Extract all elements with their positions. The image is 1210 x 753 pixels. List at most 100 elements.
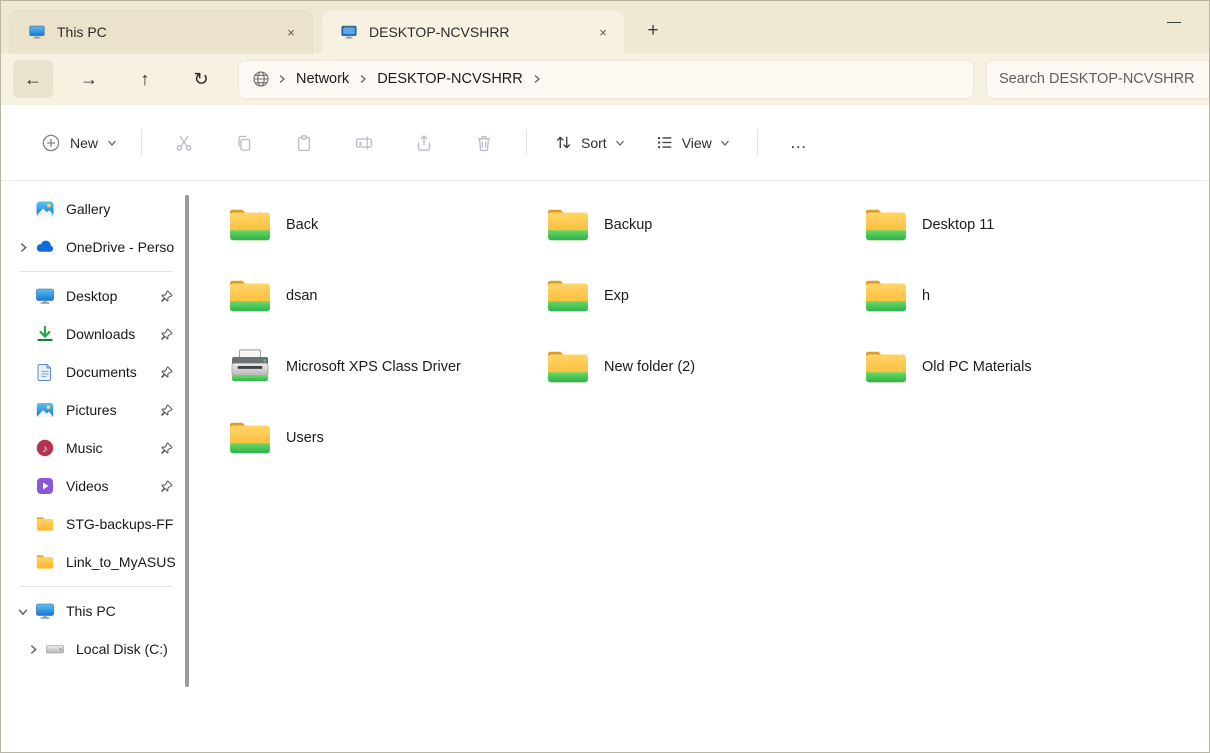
tab-desktop-ncvshrr[interactable]: DESKTOP-NCVSHRR × (322, 11, 624, 53)
close-tab-icon[interactable]: × (278, 19, 304, 45)
gallery-icon (35, 199, 55, 219)
pin-icon (160, 366, 173, 379)
folder-icon (227, 418, 273, 458)
sidebar-item-onedrive[interactable]: OneDrive - Perso (7, 229, 185, 265)
tab-this-pc[interactable]: This PC × (10, 11, 312, 53)
minimize-button[interactable]: — (1159, 9, 1189, 33)
file-item-dsan[interactable]: dsan (227, 268, 527, 324)
file-item-users[interactable]: Users (227, 410, 527, 466)
address-bar-row: ← → ↑ ↻ Network DESKTOP-NCVSHRR (1, 53, 1209, 105)
file-item-back[interactable]: Back (227, 197, 527, 253)
view-button-label: View (682, 135, 712, 151)
delete-button[interactable] (464, 124, 504, 162)
breadcrumb[interactable]: Network DESKTOP-NCVSHRR (239, 61, 973, 98)
sidebar-item-videos[interactable]: Videos (7, 468, 185, 504)
view-button[interactable]: View (644, 124, 741, 161)
cut-button[interactable] (164, 124, 204, 162)
more-options-button[interactable]: … (776, 127, 822, 159)
toolbar-separator (141, 130, 142, 156)
sidebar-item-documents[interactable]: Documents (7, 354, 185, 390)
chevron-down-icon (107, 138, 117, 148)
file-name: Microsoft XPS Class Driver (286, 359, 461, 375)
back-button[interactable]: ← (13, 60, 53, 98)
pictures-icon (35, 400, 55, 420)
folder-icon (863, 347, 909, 387)
tab-bar: This PC × DESKTOP-NCVSHRR × + — (1, 1, 1209, 53)
sidebar-scrollbar[interactable] (185, 195, 189, 687)
sidebar-item-label: Videos (66, 478, 160, 494)
pin-icon (160, 290, 173, 303)
videos-icon (35, 476, 55, 496)
folder-icon (545, 205, 591, 245)
command-toolbar: New Sort View (1, 105, 1209, 181)
delete-icon (474, 133, 494, 153)
sidebar-item-label: STG-backups-FF (66, 516, 181, 532)
sidebar-item-downloads[interactable]: Downloads (7, 316, 185, 352)
file-name: Backup (604, 217, 652, 233)
file-item-exp[interactable]: Exp (545, 268, 845, 324)
file-item-new-folder-2[interactable]: New folder (2) (545, 339, 845, 395)
chevron-down-icon[interactable] (18, 599, 29, 623)
chevron-right-icon[interactable] (11, 242, 35, 253)
sidebar-item-this-pc[interactable]: This PC (7, 593, 185, 629)
chevron-right-icon[interactable] (21, 644, 45, 655)
sidebar-item-pictures[interactable]: Pictures (7, 392, 185, 428)
chevron-right-icon (532, 74, 542, 84)
chevron-down-icon (720, 138, 730, 148)
file-item-xps-driver[interactable]: Microsoft XPS Class Driver (227, 339, 527, 395)
share-button[interactable] (404, 124, 444, 162)
paste-button[interactable] (284, 124, 324, 162)
chevron-down-icon (615, 138, 625, 148)
this-pc-icon (35, 601, 55, 621)
sidebar-item-label: Music (66, 440, 160, 456)
refresh-button[interactable]: ↻ (181, 60, 221, 98)
file-name: Exp (604, 288, 629, 304)
up-button[interactable]: ↑ (125, 60, 165, 98)
folder-icon (227, 205, 273, 245)
file-item-h[interactable]: h (863, 268, 1163, 324)
sort-button[interactable]: Sort (543, 124, 636, 161)
file-name: Back (286, 217, 318, 233)
file-name: h (922, 288, 930, 304)
copy-button[interactable] (224, 124, 264, 162)
sidebar-item-label: Gallery (66, 201, 181, 217)
sidebar-item-desktop[interactable]: Desktop (7, 278, 185, 314)
chevron-right-icon (277, 74, 287, 84)
close-tab-icon[interactable]: × (590, 19, 616, 45)
drive-icon (45, 639, 65, 659)
this-pc-icon (28, 23, 46, 41)
file-name: dsan (286, 288, 317, 304)
breadcrumb-item-desktop-ncvshrr[interactable]: DESKTOP-NCVSHRR (368, 66, 532, 92)
sidebar-item-label: Pictures (66, 402, 160, 418)
file-name: Old PC Materials (922, 359, 1032, 375)
file-item-old-pc-materials[interactable]: Old PC Materials (863, 339, 1163, 395)
new-button[interactable]: New (29, 124, 129, 162)
rename-button[interactable] (344, 124, 384, 162)
desktop-icon (35, 286, 55, 306)
onedrive-icon (35, 237, 55, 257)
sidebar-item-label: Downloads (66, 326, 160, 342)
search-input[interactable] (999, 71, 1197, 87)
folder-icon (545, 276, 591, 316)
sidebar-item-link-to-myasus[interactable]: Link_to_MyASUS (7, 544, 185, 580)
sidebar-item-local-disk-c[interactable]: Local Disk (C:) (7, 631, 185, 667)
sidebar-item-stg-backups[interactable]: STG-backups-FF (7, 506, 185, 542)
folder-icon (35, 552, 55, 572)
new-tab-button[interactable]: + (636, 14, 670, 48)
file-item-desktop-11[interactable]: Desktop 11 (863, 197, 1163, 253)
sort-icon (554, 133, 573, 152)
folder-icon (863, 205, 909, 245)
folder-icon (545, 347, 591, 387)
file-explorer-window: This PC × DESKTOP-NCVSHRR × + — ← → ↑ ↻ … (0, 0, 1210, 753)
sidebar-item-gallery[interactable]: Gallery (7, 191, 185, 227)
printer-icon (227, 347, 273, 387)
sidebar-item-music[interactable]: ♪ Music (7, 430, 185, 466)
file-item-backup[interactable]: Backup (545, 197, 845, 253)
tab-label: This PC (57, 24, 278, 40)
forward-button[interactable]: → (69, 60, 109, 98)
folder-icon (35, 514, 55, 534)
cut-icon (174, 133, 194, 153)
pin-icon (160, 328, 173, 341)
documents-icon (35, 362, 55, 382)
breadcrumb-item-network[interactable]: Network (287, 66, 358, 92)
